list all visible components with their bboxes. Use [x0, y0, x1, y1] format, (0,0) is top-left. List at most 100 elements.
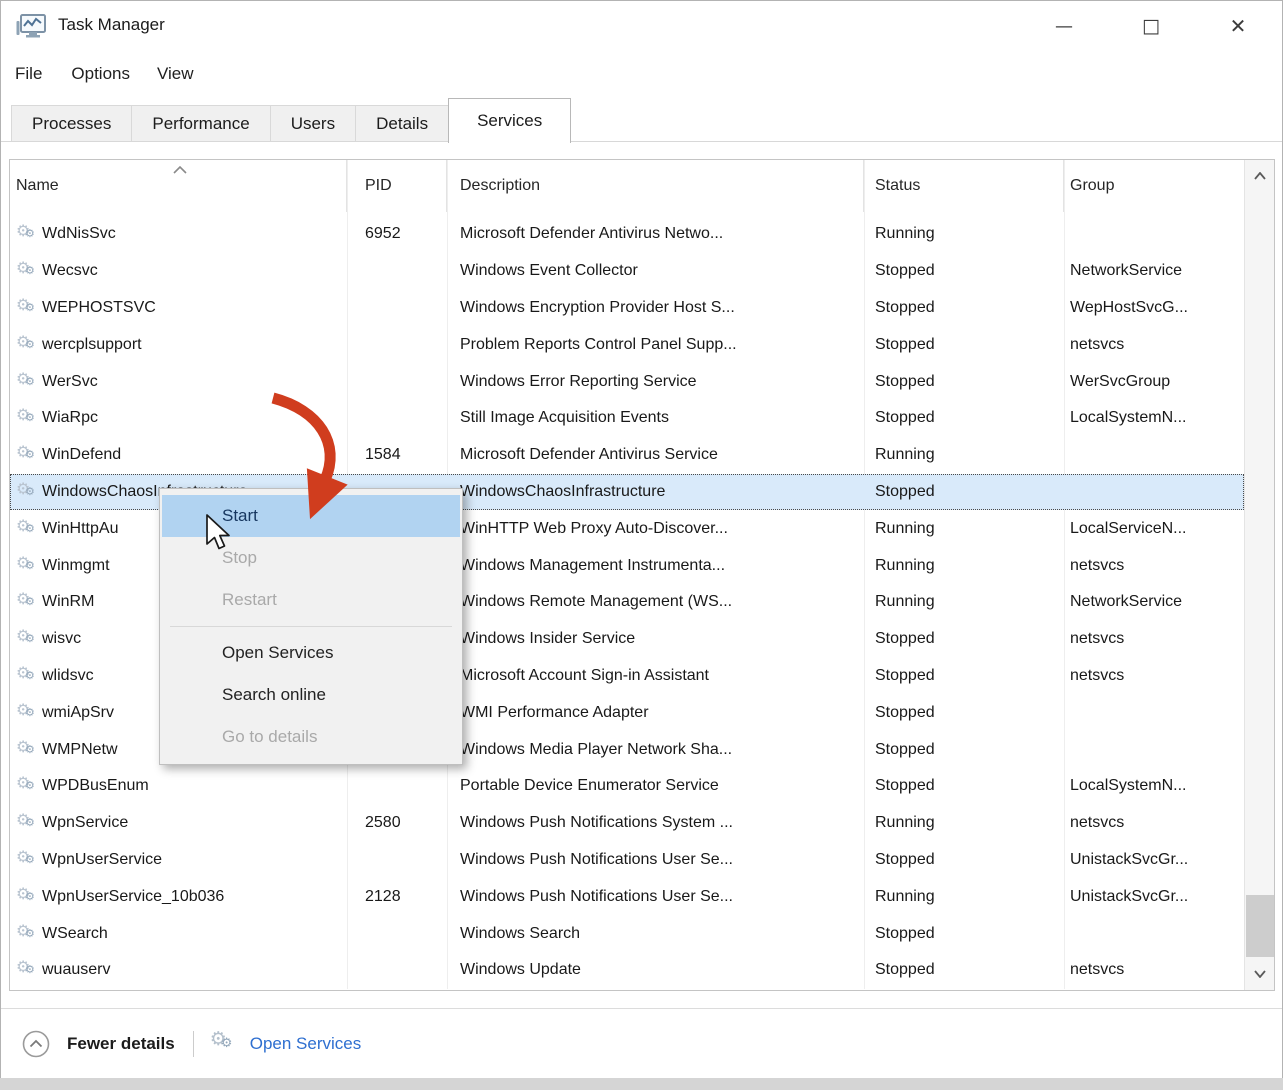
vertical-scrollbar[interactable]: [1244, 160, 1274, 990]
service-name: wisvc: [42, 630, 81, 648]
service-name-cell: ⚙⚙Wecsvc: [10, 261, 347, 281]
service-group: netsvcs: [1064, 336, 1244, 354]
service-description: Windows Event Collector: [447, 262, 864, 280]
chevron-up-circle-icon: [22, 1030, 50, 1058]
close-button[interactable]: ✕: [1215, 1, 1261, 51]
service-description: Microsoft Defender Antivirus Netwo...: [447, 225, 864, 243]
service-status: Stopped: [864, 299, 1064, 317]
service-gear-icon: ⚙⚙: [16, 261, 42, 281]
service-status: Stopped: [864, 777, 1064, 795]
service-group: netsvcs: [1064, 814, 1244, 832]
service-name: WdNisSvc: [42, 225, 116, 243]
tab-details[interactable]: Details: [355, 105, 449, 142]
tab-users[interactable]: Users: [270, 105, 356, 142]
tab-processes[interactable]: Processes: [11, 105, 132, 142]
service-name-cell: ⚙⚙WinDefend: [10, 445, 347, 465]
service-name: wmiApSrv: [42, 704, 114, 722]
service-name: WEPHOSTSVC: [42, 299, 156, 317]
service-row-wephostsvc[interactable]: ⚙⚙WEPHOSTSVCWindows Encryption Provider …: [10, 290, 1244, 327]
menu-options[interactable]: Options: [71, 64, 130, 84]
service-name: wlidsvc: [42, 667, 94, 685]
menu-item-restart: Restart: [162, 579, 460, 621]
column-header-description[interactable]: Description: [447, 160, 864, 212]
service-status: Running: [864, 814, 1064, 832]
menu-item-go-to-details: Go to details: [162, 716, 460, 758]
context-menu: StartStopRestart Open ServicesSearch onli…: [159, 488, 463, 765]
service-pid: 2128: [347, 888, 447, 906]
scroll-up-icon[interactable]: [1245, 162, 1275, 190]
menu-bar: File Options View: [1, 58, 194, 90]
column-header-status[interactable]: Status: [864, 160, 1064, 212]
service-name-cell: ⚙⚙WerSvc: [10, 372, 347, 392]
service-gear-icon: ⚙⚙: [16, 335, 42, 355]
service-name: WpnUserService: [42, 851, 162, 869]
service-row-wsearch[interactable]: ⚙⚙WSearchWindows SearchStopped: [10, 915, 1244, 952]
service-gear-icon: ⚙⚙: [16, 924, 42, 944]
service-group: WerSvcGroup: [1064, 373, 1244, 391]
service-description: Windows Remote Management (WS...: [447, 593, 864, 611]
service-row-wercplsupport[interactable]: ⚙⚙wercplsupportProblem Reports Control P…: [10, 326, 1244, 363]
service-description: Windows Update: [447, 961, 864, 979]
service-name-cell: ⚙⚙WPDBusEnum: [10, 776, 347, 796]
service-row-wiarpc[interactable]: ⚙⚙WiaRpcStill Image Acquisition EventsSt…: [10, 400, 1244, 437]
service-description: Still Image Acquisition Events: [447, 409, 864, 427]
service-description: Windows Management Instrumenta...: [447, 557, 864, 575]
service-description: WindowsChaosInfrastructure: [447, 483, 864, 501]
scrollbar-thumb[interactable]: [1246, 895, 1274, 957]
window-title: Task Manager: [58, 15, 165, 35]
service-row-wersvc[interactable]: ⚙⚙WerSvcWindows Error Reporting ServiceS…: [10, 363, 1244, 400]
column-header-pid[interactable]: PID: [347, 160, 447, 212]
footer-bar: Fewer details ⚙ ⚙ Open Services: [1, 1008, 1282, 1078]
service-row-wpnservice[interactable]: ⚙⚙WpnService2580Windows Push Notificatio…: [10, 805, 1244, 842]
service-row-wpnuserservice-10b036[interactable]: ⚙⚙WpnUserService_10b0362128Windows Push …: [10, 878, 1244, 915]
service-name: WerSvc: [42, 373, 98, 391]
service-row-wpdbusenum[interactable]: ⚙⚙WPDBusEnumPortable Device Enumerator S…: [10, 768, 1244, 805]
service-row-wuauserv[interactable]: ⚙⚙wuauservWindows UpdateStoppednetsvcs: [10, 952, 1244, 989]
menu-view[interactable]: View: [157, 64, 194, 84]
tab-bar: ProcessesPerformanceUsersDetailsServices: [1, 97, 1282, 142]
service-name-cell: ⚙⚙wuauserv: [10, 960, 347, 980]
service-gear-icon: ⚙⚙: [16, 224, 42, 244]
menu-item-stop: Stop: [162, 537, 460, 579]
fewer-details-button[interactable]: Fewer details: [67, 1034, 175, 1054]
service-gear-icon: ⚙⚙: [16, 776, 42, 796]
task-manager-window: Task Manager — □ ✕ File Options View Proce…: [0, 0, 1283, 1078]
service-status: Running: [864, 557, 1064, 575]
menu-item-search-online[interactable]: Search online: [162, 674, 460, 716]
service-gear-icon: ⚙⚙: [16, 740, 42, 760]
service-description: WinHTTP Web Proxy Auto-Discover...: [447, 520, 864, 538]
service-status: Stopped: [864, 630, 1064, 648]
open-services-link[interactable]: Open Services: [250, 1034, 362, 1054]
service-name: WPDBusEnum: [42, 777, 149, 795]
minimize-button[interactable]: —: [1041, 1, 1087, 51]
service-status: Stopped: [864, 483, 1064, 501]
column-header-group[interactable]: Group: [1064, 160, 1244, 212]
service-status: Running: [864, 888, 1064, 906]
tab-services[interactable]: Services: [448, 98, 571, 143]
service-description: Microsoft Account Sign-in Assistant: [447, 667, 864, 685]
service-row-windefend[interactable]: ⚙⚙WinDefend1584Microsoft Defender Antivi…: [10, 437, 1244, 474]
service-gear-icon: ⚙⚙: [16, 703, 42, 723]
menu-item-start[interactable]: Start: [162, 495, 460, 537]
tab-performance[interactable]: Performance: [131, 105, 270, 142]
service-gear-icon: ⚙⚙: [16, 592, 42, 612]
service-row-wdnissvc[interactable]: ⚙⚙WdNisSvc6952Microsoft Defender Antivir…: [10, 216, 1244, 253]
service-group: NetworkService: [1064, 262, 1244, 280]
maximize-button[interactable]: □: [1128, 1, 1174, 51]
service-status: Running: [864, 446, 1064, 464]
menu-item-open-services[interactable]: Open Services: [162, 632, 460, 674]
scroll-down-icon[interactable]: [1245, 960, 1275, 988]
title-bar: Task Manager — □ ✕: [1, 1, 1282, 53]
service-group: LocalSystemN...: [1064, 777, 1244, 795]
service-name: WinRM: [42, 593, 94, 611]
service-description: Windows Media Player Network Sha...: [447, 741, 864, 759]
menu-separator: [170, 626, 452, 627]
menu-file[interactable]: File: [15, 64, 42, 84]
footer-divider: [193, 1031, 194, 1057]
column-header-name[interactable]: Name: [10, 160, 347, 212]
service-row-wecsvc[interactable]: ⚙⚙WecsvcWindows Event CollectorStoppedNe…: [10, 253, 1244, 290]
service-row-wpnuserservice[interactable]: ⚙⚙WpnUserServiceWindows Push Notificatio…: [10, 842, 1244, 879]
service-pid: 2580: [347, 814, 447, 832]
service-name: WinHttpAu: [42, 520, 118, 538]
service-status: Stopped: [864, 961, 1064, 979]
